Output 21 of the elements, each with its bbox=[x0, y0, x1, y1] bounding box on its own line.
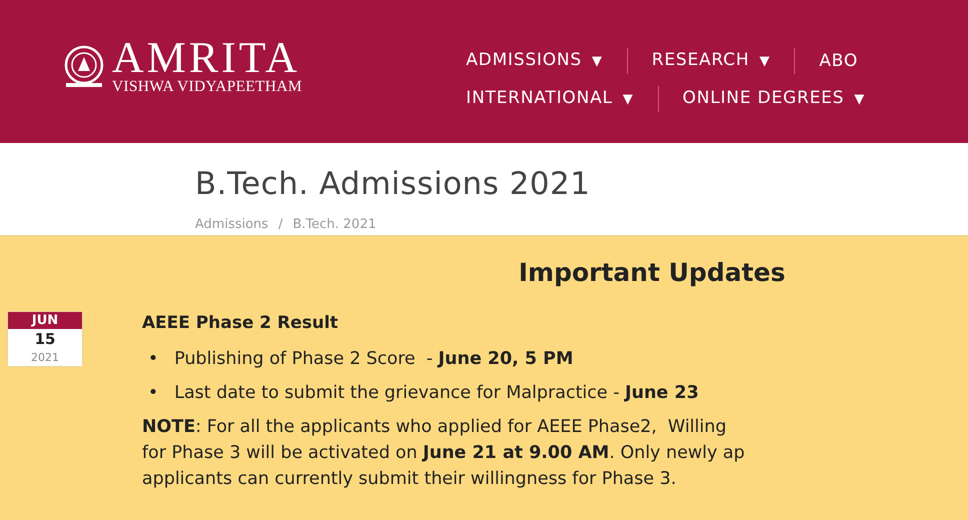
date-month: JUN bbox=[8, 312, 82, 329]
date-year: 2021 bbox=[31, 350, 59, 366]
page-title: B.Tech. Admissions 2021 bbox=[195, 165, 592, 203]
logo-name: AMRITA bbox=[112, 38, 300, 78]
bullet-marker: • bbox=[148, 382, 158, 405]
nav-link[interactable]: RESEARCH ▼ bbox=[652, 49, 770, 73]
nav-link[interactable]: INTERNATIONAL ▼ bbox=[466, 87, 634, 111]
section-heading: Important Updates bbox=[518, 257, 786, 289]
bullet-marker: • bbox=[148, 348, 158, 371]
note-text: for Phase 3 will be activated on June 21 at 9.00 AM. Only newly ap bbox=[142, 442, 746, 465]
date-day: 15 bbox=[34, 329, 56, 349]
update-title: AEEE Phase 2 Result bbox=[142, 312, 340, 335]
breadcrumb-separator: / bbox=[278, 217, 283, 232]
nav-link[interactable]: ONLINE DEGREES ▼ bbox=[682, 87, 866, 111]
bullet-item: Publishing of Phase 2 Score - June 20, 5 PM bbox=[174, 348, 574, 371]
nav-link[interactable]: ABO bbox=[819, 50, 858, 72]
logo-subtitle: VISHWA VIDYAPEETHAM bbox=[112, 78, 302, 96]
note-text: NOTE: For all the applicants who applied for AEEE Phase2, Willing bbox=[142, 416, 728, 439]
nav-link[interactable]: ADMISSIONS ▼ bbox=[466, 49, 603, 73]
note-text: applicants can currently submit their willingness for Phase 3. bbox=[142, 468, 678, 491]
bullet-item: Last date to submit the grievance for Malpractice - June 23 bbox=[174, 382, 699, 405]
